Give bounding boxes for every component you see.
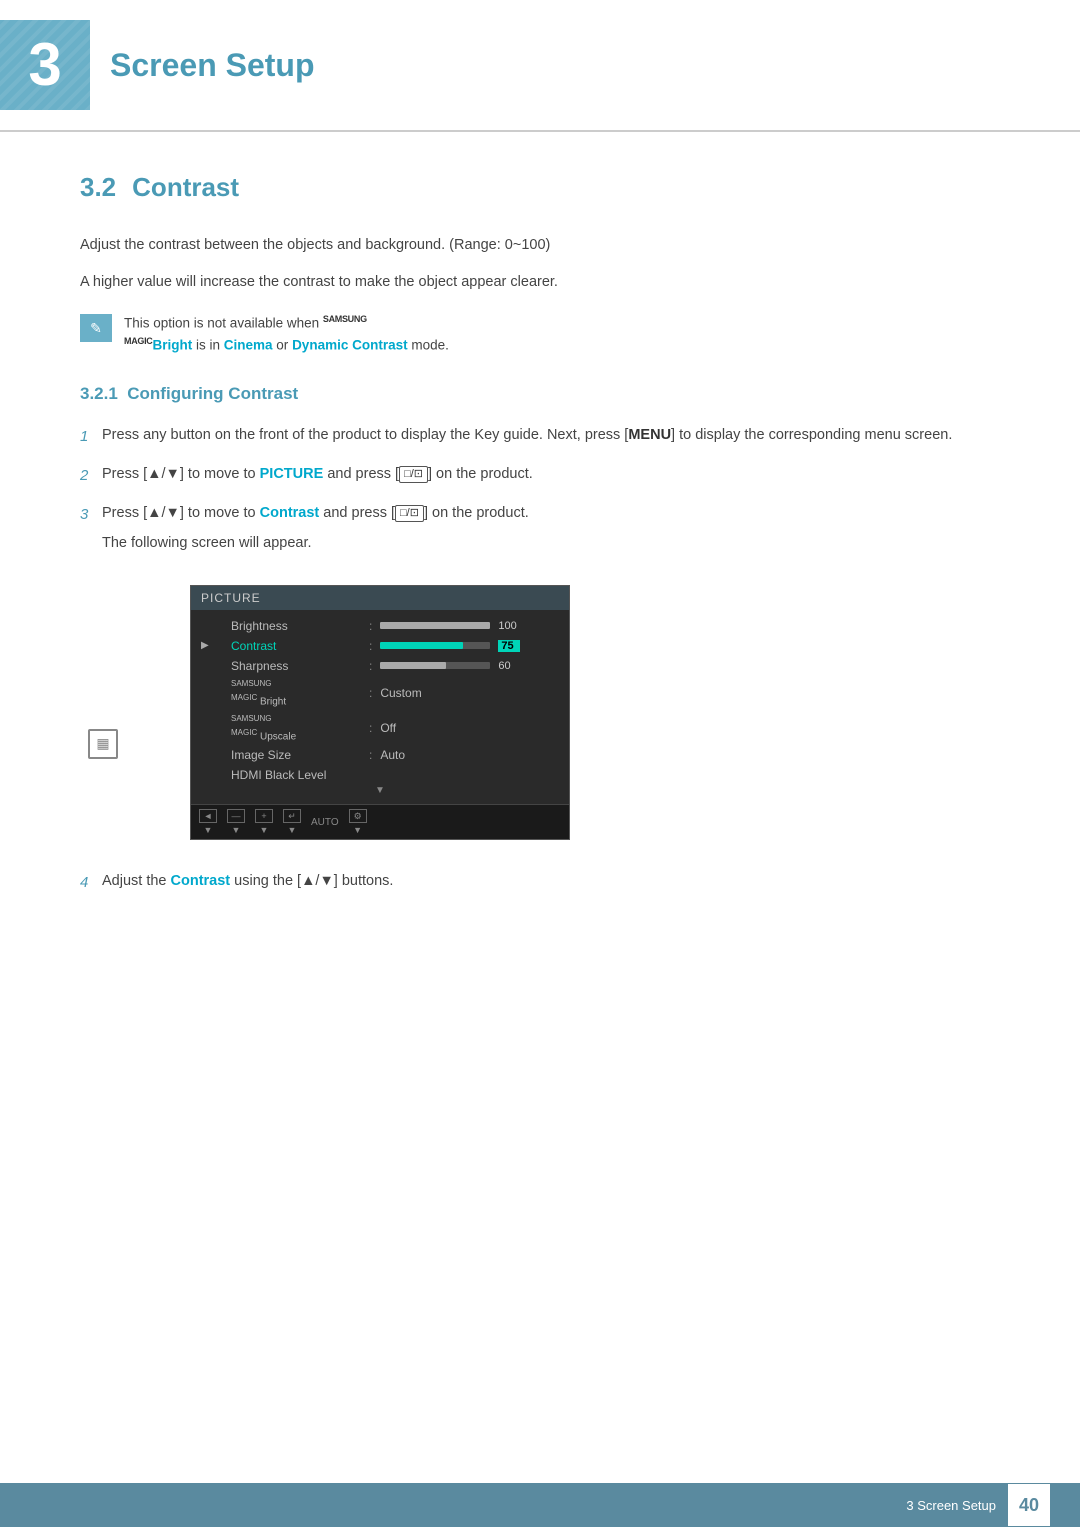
section-title: 3.2Contrast <box>80 172 1000 203</box>
menu-row-magic-bright: SAMSUNGMAGIC Bright : Custom <box>191 676 569 711</box>
toolbar-btn-enter: ↵ ▼ <box>283 809 301 835</box>
step-4: 4 Adjust the Contrast using the [▲/▼] bu… <box>80 870 1000 895</box>
menu-screenshot-container: ▦ PICTURE Brightness : 100 <box>80 569 1000 860</box>
menu-scroll-down: ▼ <box>191 785 569 798</box>
monitor-icon-area: ▦ <box>80 569 130 759</box>
description2: A higher value will increase the contras… <box>80 270 1000 295</box>
note-text: This option is not available when SAMSUN… <box>124 312 449 356</box>
note-icon <box>80 314 112 342</box>
toolbar-btn-minus: — ▼ <box>227 809 245 835</box>
menu-toolbar: ◄ ▼ — ▼ + ▼ ↵ ▼ AUTO ⚙ ▼ <box>191 804 569 839</box>
menu-row-brightness: Brightness : 100 <box>191 616 569 636</box>
header-divider <box>0 130 1080 132</box>
page-footer: 3 Screen Setup 40 <box>0 1483 1080 1527</box>
footer-page-number: 40 <box>1008 1484 1050 1526</box>
steps-list: 1 Press any button on the front of the p… <box>80 424 1000 554</box>
main-content: 3.2Contrast Adjust the contrast between … <box>0 172 1080 895</box>
menu-screenshot: PICTURE Brightness : 100 ▶ Cont <box>190 585 570 840</box>
toolbar-btn-left: ◄ ▼ <box>199 809 217 835</box>
step-3-note: The following screen will appear. <box>102 532 1000 555</box>
step-1: 1 Press any button on the front of the p… <box>80 424 1000 449</box>
step-3: 3 Press [▲/▼] to move to Contrast and pr… <box>80 502 1000 554</box>
chapter-box: 3 <box>0 20 90 110</box>
menu-row-contrast: ▶ Contrast : 75 <box>191 636 569 656</box>
menu-row-image-size: Image Size : Auto <box>191 745 569 765</box>
note-box: This option is not available when SAMSUN… <box>80 312 1000 356</box>
menu-items: Brightness : 100 ▶ Contrast : <box>191 610 569 804</box>
menu-row-sharpness: Sharpness : 60 <box>191 656 569 676</box>
toolbar-btn-plus: + ▼ <box>255 809 273 835</box>
toolbar-btn-settings: ⚙ ▼ <box>349 809 367 835</box>
menu-title-bar: PICTURE <box>191 586 569 610</box>
page-header: 3 Screen Setup <box>0 0 1080 120</box>
menu-row-magic-upscale: SAMSUNGMAGIC Upscale : Off <box>191 711 569 746</box>
toolbar-auto: AUTO <box>311 817 339 828</box>
section-number: 3.2 <box>80 172 116 202</box>
step4-list: 4 Adjust the Contrast using the [▲/▼] bu… <box>80 870 1000 895</box>
step-2: 2 Press [▲/▼] to move to PICTURE and pre… <box>80 463 1000 488</box>
chapter-number: 3 <box>28 35 61 95</box>
footer-section-label: 3 Screen Setup <box>906 1498 996 1513</box>
menu-row-hdmi: HDMI Black Level <box>191 765 569 785</box>
chapter-title: Screen Setup <box>110 47 315 84</box>
subsection-title: 3.2.1 Configuring Contrast <box>80 384 1000 404</box>
monitor-side-icon: ▦ <box>88 729 118 759</box>
description1: Adjust the contrast between the objects … <box>80 233 1000 258</box>
